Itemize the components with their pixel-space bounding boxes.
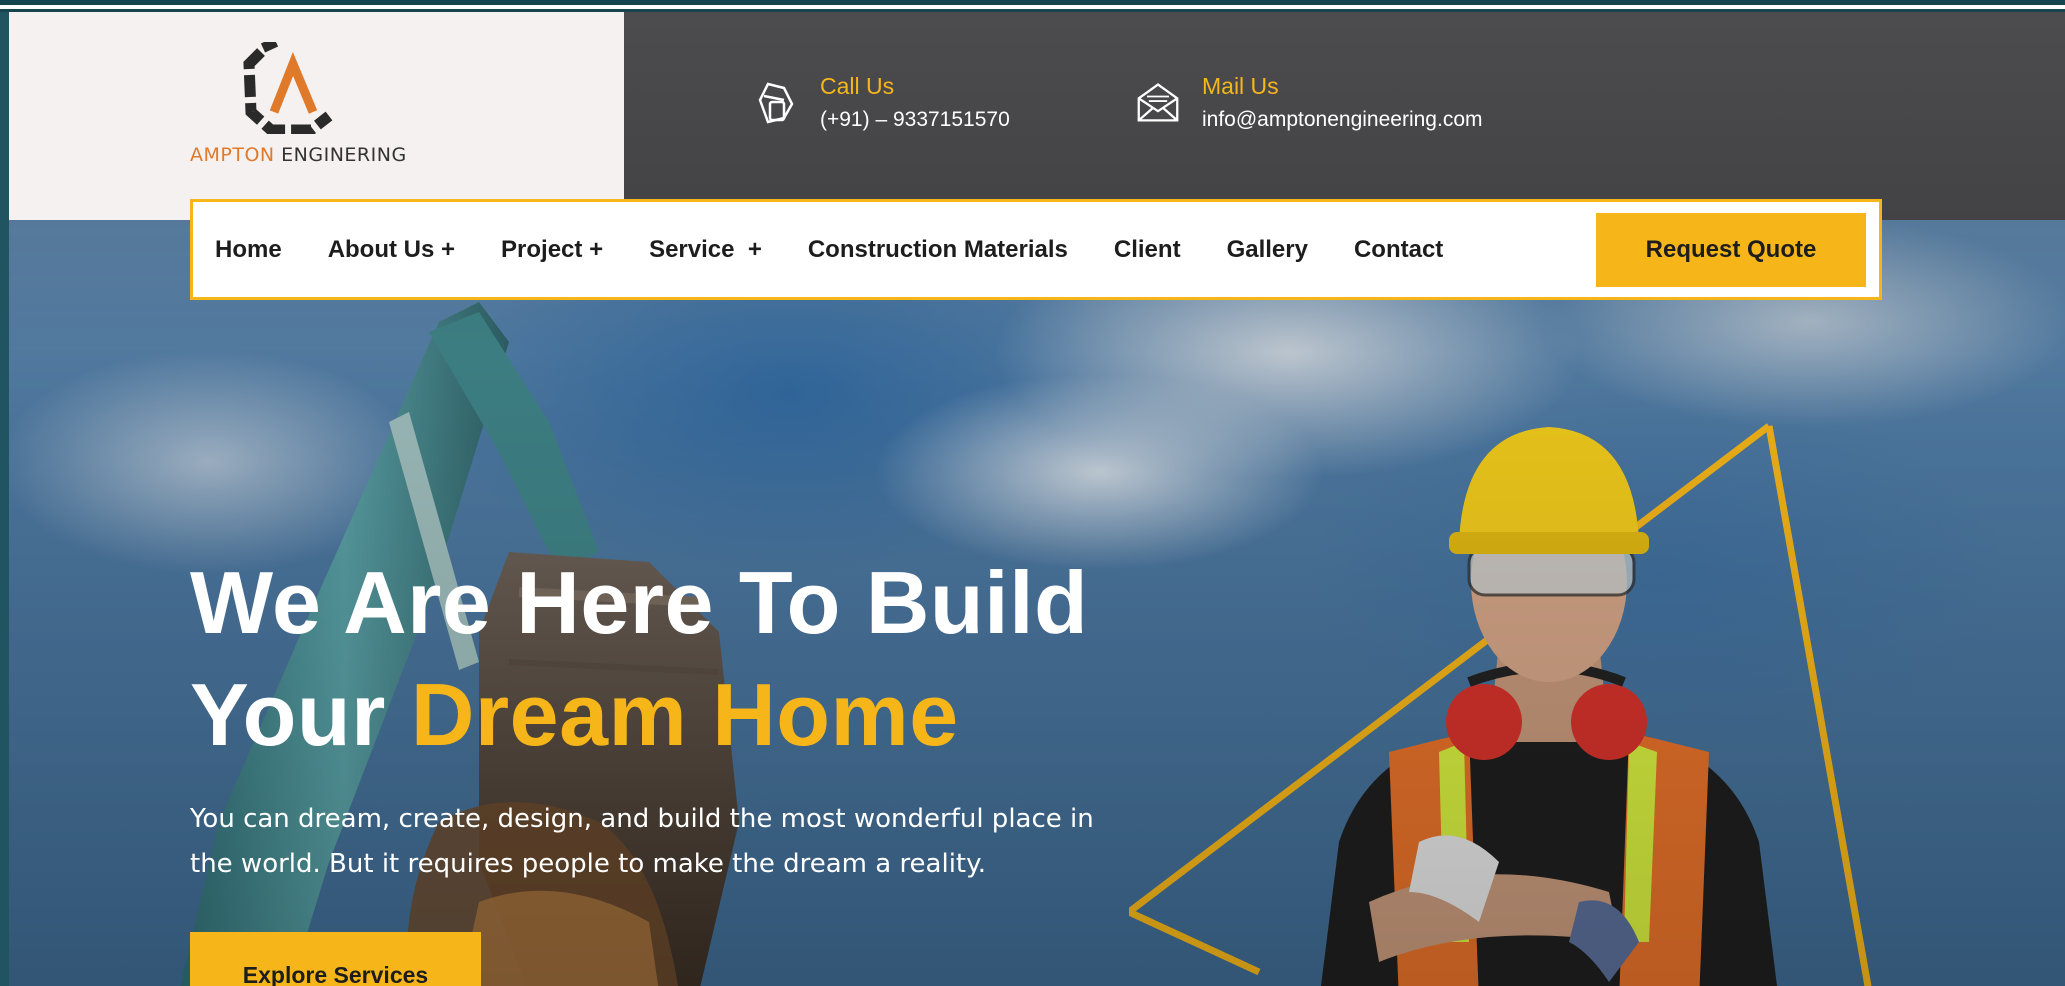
ampton-logo-icon[interactable] — [241, 42, 336, 134]
nav-contact[interactable]: Contact — [1354, 236, 1443, 264]
brand-name-rest: ENGINERING — [274, 144, 407, 166]
brand-name[interactable]: AMPTON ENGINERING — [190, 144, 407, 166]
nav-gallery[interactable]: Gallery — [1227, 236, 1308, 264]
call-us-label: Call Us — [820, 73, 895, 99]
explore-services-button[interactable]: Explore Services — [190, 932, 481, 986]
hero-title-line2: Your Dream Home — [190, 659, 1088, 771]
nav-about-us[interactable]: About Us + — [328, 236, 455, 264]
hero-title-highlight: Dream Home — [410, 665, 959, 764]
envelope-icon — [1137, 83, 1179, 122]
nav-project[interactable]: Project + — [501, 236, 603, 264]
hero-title-prefix: Your — [190, 665, 411, 764]
mail-us-block[interactable]: Mail Us info@amptonengineering.com — [1136, 72, 1483, 137]
nav-home[interactable]: Home — [215, 236, 282, 264]
phone-hand-icon — [758, 82, 794, 124]
nav-service[interactable]: Service + — [649, 236, 762, 264]
contact-bar: Call Us (+91) – 9337151570 Mail Us info@… — [624, 12, 2065, 220]
nav-list: Home About Us + Project + Service + Cons… — [215, 202, 1489, 297]
page-frame: AMPTON ENGINERING Call Us (+91) – 933715… — [9, 12, 2065, 986]
brand-name-accent: AMPTON — [190, 144, 275, 166]
nav-construction-materials[interactable]: Construction Materials — [808, 236, 1068, 264]
hero-title-line1: We Are Here To Build — [190, 553, 1089, 652]
hero-subtitle: You can dream, create, design, and build… — [190, 797, 1170, 887]
main-navbar: Home About Us + Project + Service + Cons… — [190, 199, 1882, 300]
logo-panel: AMPTON ENGINERING — [9, 12, 624, 220]
hero-subtitle-line2: the world. But it requires people to mak… — [190, 849, 987, 879]
mail-us-label: Mail Us — [1202, 73, 1279, 99]
call-us-block[interactable]: Call Us (+91) – 9337151570 — [754, 72, 1010, 137]
hero-title: We Are Here To Build Your Dream Home — [190, 547, 1088, 771]
request-quote-button[interactable]: Request Quote — [1596, 213, 1866, 287]
mail-us-email[interactable]: info@amptonengineering.com — [1202, 103, 1483, 137]
nav-client[interactable]: Client — [1114, 236, 1181, 264]
call-us-number[interactable]: (+91) – 9337151570 — [820, 103, 1010, 137]
browser-top-strip — [0, 0, 2065, 12]
hero-subtitle-line1: You can dream, create, design, and build… — [190, 804, 1094, 834]
